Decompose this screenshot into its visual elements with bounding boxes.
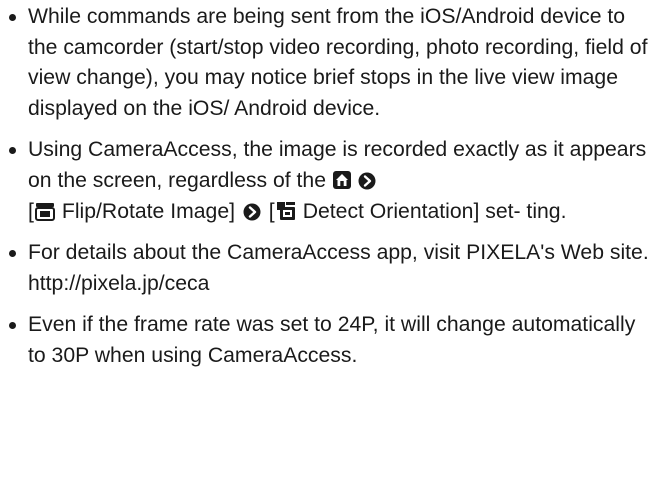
note-text: While commands are being sent from the i… — [28, 5, 648, 120]
detect-orientation-label: Detect Orientation] set- ting. — [302, 199, 567, 223]
bullet-dot — [9, 14, 16, 21]
document-page: While commands are being sent from the i… — [0, 0, 657, 497]
note-text: For details about the CameraAccess app, … — [28, 241, 649, 265]
website-url[interactable]: http://pixela.jp/ceca — [28, 269, 651, 300]
arrow-icon — [358, 172, 376, 190]
bullet-dot — [9, 322, 16, 330]
list-item: While commands are being sent from the i… — [6, 2, 651, 124]
list-item: Using CameraAccess, the image is recorde… — [6, 135, 651, 227]
bullet-dot — [9, 250, 16, 258]
list-item: Even if the frame rate was set to 24P, i… — [6, 310, 651, 371]
flip-rotate-menu-icon — [34, 201, 56, 221]
flip-rotate-label: Flip/Rotate Image] — [61, 199, 236, 223]
arrow-icon — [243, 203, 261, 221]
list-item: For details about the CameraAccess app, … — [6, 238, 651, 299]
notes-list: While commands are being sent from the i… — [6, 2, 651, 372]
note-text: Even if the frame rate was set to 24P, i… — [28, 313, 636, 367]
home-icon — [332, 170, 352, 190]
bullet-dot — [9, 147, 16, 155]
detect-orientation-menu-icon — [275, 201, 297, 221]
